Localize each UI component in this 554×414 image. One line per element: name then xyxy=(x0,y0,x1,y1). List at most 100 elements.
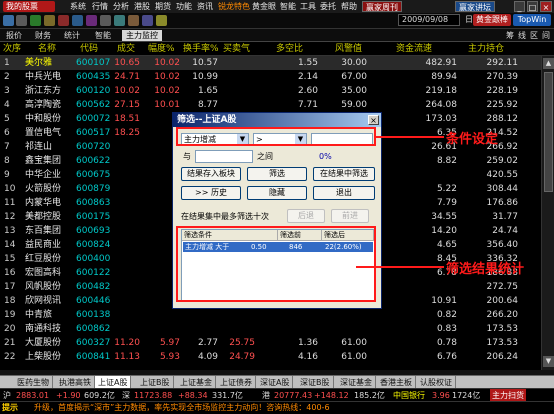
stock-name: 火箭股份 xyxy=(25,184,62,194)
refresh-icon[interactable] xyxy=(30,15,41,26)
long-short: 4.16 xyxy=(297,352,318,362)
save-to-block-button[interactable]: 结果存入板块 xyxy=(181,167,241,181)
menu-ruilong-features[interactable]: 锐龙特色 xyxy=(218,0,250,13)
back-icon[interactable] xyxy=(3,15,14,26)
main-position: 173.53 xyxy=(486,338,519,348)
col-volume[interactable]: 成交 xyxy=(117,42,135,56)
range-from-input[interactable] xyxy=(195,150,253,163)
tab-interval[interactable]: 间 xyxy=(542,30,550,41)
table-row[interactable]: 19 中青旅 600138 0.82 266.20 xyxy=(0,308,554,322)
exit-button[interactable]: 退出 xyxy=(313,186,375,200)
winner-weekly-button[interactable]: 赢家周刊 xyxy=(362,1,402,12)
table-row[interactable]: 2 中兵光电 600435 24.71 10.02 10.99 2.14 67.… xyxy=(0,70,554,84)
scroll-up-icon[interactable]: ▲ xyxy=(543,58,554,69)
filter-icon[interactable] xyxy=(86,15,97,26)
close-icon[interactable]: × xyxy=(540,1,552,12)
fund-flow: 173.03 xyxy=(425,114,458,124)
col-buy-sell[interactable]: 买卖气 xyxy=(223,42,250,56)
menu-quotes[interactable]: 行情 xyxy=(92,0,108,13)
fund-flow: 8.82 xyxy=(436,156,457,166)
date-selector[interactable]: 2009/09/08 xyxy=(398,14,460,26)
menu-info[interactable]: 资讯 xyxy=(197,0,213,13)
stock-code: 600863 xyxy=(76,198,111,208)
menu-functions[interactable]: 功能 xyxy=(176,0,192,13)
row-index: 18 xyxy=(4,296,16,306)
monitor-icon[interactable] xyxy=(128,15,139,26)
minimize-icon[interactable]: _ xyxy=(514,1,525,12)
row-index: 22 xyxy=(4,352,16,362)
volume: 10.65 xyxy=(114,58,140,68)
menu-trade[interactable]: 委托 xyxy=(320,0,336,13)
menu-smart[interactable]: 智能 xyxy=(280,0,296,13)
menu-golden-eye[interactable]: 黄金眼 xyxy=(252,0,276,13)
dialog-close-icon[interactable]: × xyxy=(368,115,379,125)
tab-quotes[interactable]: 报价 xyxy=(2,30,26,41)
tab-finance[interactable]: 财务 xyxy=(31,30,55,41)
f10-icon[interactable] xyxy=(100,15,111,26)
volume: 10.02 xyxy=(114,86,140,96)
quote-icon[interactable] xyxy=(44,15,55,26)
tab-main-force-monitor[interactable]: 主力监控 xyxy=(122,30,162,41)
col-main-position[interactable]: 主力持仓 xyxy=(468,42,504,56)
tab-smart[interactable]: 智能 xyxy=(91,30,115,41)
history-button[interactable]: >> 历史 xyxy=(181,186,241,200)
menu-system[interactable]: 系统 xyxy=(70,0,86,13)
back-button[interactable]: 后退 xyxy=(287,209,325,223)
table-row[interactable]: 20 南通科技 600862 0.83 173.53 xyxy=(0,322,554,336)
tab-line[interactable]: 线 xyxy=(518,30,526,41)
stock-name: 浙江东方 xyxy=(25,86,62,96)
vertical-scrollbar[interactable]: ▲ ▼ xyxy=(541,56,554,370)
col-risk[interactable]: 风警值 xyxy=(335,42,362,56)
tab-zone[interactable]: 区 xyxy=(530,30,538,41)
col-long-short[interactable]: 多空比 xyxy=(276,42,303,56)
stock-code: 600841 xyxy=(76,352,111,362)
stock-name: 益民商业 xyxy=(25,240,62,250)
scroll-down-icon[interactable]: ▼ xyxy=(543,356,554,367)
scroll-thumb[interactable] xyxy=(544,72,553,192)
row-index: 13 xyxy=(4,226,16,236)
col-amplitude[interactable]: 幅度% xyxy=(148,42,175,56)
col-fund-flow[interactable]: 资金流速 xyxy=(396,42,432,56)
condition-setting-annotation: 条件设定 xyxy=(446,132,499,147)
warning-icon[interactable] xyxy=(156,15,167,26)
menu-tools[interactable]: 工具 xyxy=(300,0,316,13)
chart-icon[interactable] xyxy=(58,15,69,26)
buy-sell xyxy=(223,84,255,98)
table-row[interactable]: 4 高淳陶瓷 600562 27.15 10.01 8.77 7.71 59.0… xyxy=(0,98,554,112)
maximize-icon[interactable]: □ xyxy=(527,1,538,12)
filter-in-result-button[interactable]: 在结果中筛选 xyxy=(313,167,375,181)
menu-analysis[interactable]: 分析 xyxy=(113,0,129,13)
sort-icon[interactable] xyxy=(142,15,153,26)
menu-hk-stocks[interactable]: 港股 xyxy=(134,0,150,13)
forward-icon[interactable] xyxy=(16,15,27,26)
col-name[interactable]: 名称 xyxy=(38,42,56,56)
table-row[interactable]: 3 浙江东方 600120 10.02 10.02 1.65 2.60 35.0… xyxy=(0,84,554,98)
news-icon[interactable] xyxy=(114,15,125,26)
col-turnover[interactable]: 换手率% xyxy=(183,42,219,56)
topwin-button[interactable]: TopWin xyxy=(513,14,551,26)
col-index[interactable]: 次序 xyxy=(3,42,21,56)
gold-follow-button[interactable]: 黄金跟棒 xyxy=(473,14,511,26)
table-row[interactable]: 22 上柴股份 600841 11.13 5.93 4.09 24.79 4.1… xyxy=(0,350,554,364)
tab-chips[interactable]: 筹 xyxy=(506,30,514,41)
row-index: 4 xyxy=(4,100,10,110)
list-icon[interactable] xyxy=(72,15,83,26)
winner-forum-button[interactable]: 赢家讲坛 xyxy=(455,1,495,12)
index-ticker: 沪 2883.01 +1.90 609.2亿 深 11723.88 +88.34… xyxy=(0,388,554,402)
main-position: 266.20 xyxy=(486,310,519,320)
col-code[interactable]: 代码 xyxy=(80,42,98,56)
filter-button[interactable]: 筛选 xyxy=(247,167,307,181)
menu-help[interactable]: 帮助 xyxy=(341,0,357,13)
amplitude: 10.01 xyxy=(154,100,180,110)
main-position: 225.92 xyxy=(486,100,519,110)
menu-futures[interactable]: 期货 xyxy=(155,0,171,13)
table-row[interactable]: 21 大厦股份 600327 11.20 5.97 2.77 25.75 1.3… xyxy=(0,336,554,350)
table-row[interactable]: 1 美尔雅 600107 10.65 10.02 10.57 1.55 30.0… xyxy=(0,56,554,70)
row-index: 6 xyxy=(4,128,10,138)
forward-button[interactable]: 前进 xyxy=(331,209,369,223)
stock-code: 600879 xyxy=(76,184,111,194)
tab-stats[interactable]: 统计 xyxy=(60,30,84,41)
stock-name: 内蒙华电 xyxy=(25,198,62,208)
app-logo[interactable]: 我的股票 xyxy=(3,1,55,12)
hide-button[interactable]: 隐藏 xyxy=(247,186,307,200)
